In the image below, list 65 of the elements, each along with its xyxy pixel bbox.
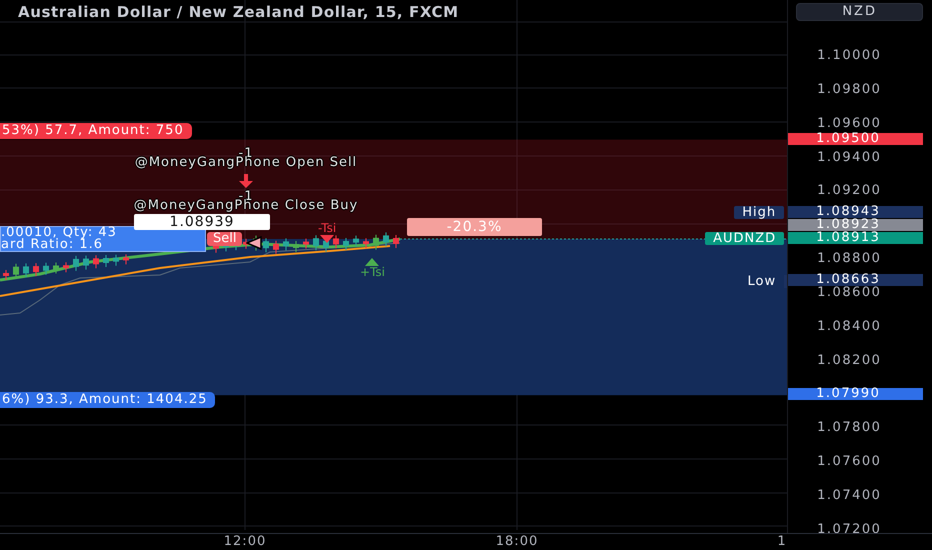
price-tag: 1.08943 xyxy=(788,206,924,218)
candlestick xyxy=(333,234,339,249)
candlestick xyxy=(353,235,359,248)
take-profit-label: 6%) 93.3, Amount: 1404.25 xyxy=(0,392,216,408)
candlestick xyxy=(33,262,39,277)
down-arrow-icon xyxy=(238,174,254,188)
price-tick: 1.08200 xyxy=(817,354,882,367)
candlestick xyxy=(293,240,299,252)
price-tick: 1.10000 xyxy=(817,50,882,62)
price-tag: 1.08663 xyxy=(788,274,924,286)
price-tag: 1.07990 xyxy=(788,388,924,400)
candlestick xyxy=(103,254,109,268)
candlestick xyxy=(273,240,279,254)
candlestick xyxy=(63,262,69,273)
candlestick xyxy=(313,234,319,251)
candlestick xyxy=(53,262,59,274)
price-tick: 1.07800 xyxy=(817,422,882,434)
candlestick xyxy=(393,234,399,248)
candlestick xyxy=(93,254,99,269)
down-triangle-icon xyxy=(320,235,334,243)
candlestick xyxy=(73,255,79,272)
candlestick xyxy=(303,238,309,250)
price-tick: 1.09800 xyxy=(817,84,882,96)
time-label: 18:00 xyxy=(496,534,538,549)
candlestick xyxy=(373,234,379,250)
candlestick xyxy=(383,232,389,247)
candlestick xyxy=(23,262,29,278)
price-tick: 1.08400 xyxy=(817,320,882,333)
position-text: ard Ratio: 1.6 xyxy=(1,239,104,251)
price-tag: 1.09500 xyxy=(788,132,924,145)
price-tick: 1.08800 xyxy=(817,253,882,266)
candlestick xyxy=(3,270,9,280)
price-label: 1.08939 xyxy=(134,214,270,230)
candlestick xyxy=(43,262,49,276)
sell-badge: Sell xyxy=(207,232,242,246)
candlestick xyxy=(363,238,369,249)
candlestick xyxy=(123,254,129,265)
up-triangle-icon xyxy=(365,258,380,266)
price-tick: 1.09400 xyxy=(817,152,882,164)
price-tick: 1.09200 xyxy=(817,185,882,198)
candlestick xyxy=(263,238,269,253)
price-tick: 1.07600 xyxy=(817,456,882,468)
stop-loss-label: 53%) 57.7, Amount: 750 xyxy=(0,123,192,139)
currency-button[interactable]: NZD xyxy=(796,3,924,21)
price-tag: 1.08923 xyxy=(788,218,924,231)
signal-label: -Tsi xyxy=(318,222,336,235)
line-label: High xyxy=(734,206,784,220)
price-tick: 1.07200 xyxy=(817,524,882,536)
line-label: AUDNZD xyxy=(705,232,784,246)
triangle-marker-icon xyxy=(246,236,262,250)
price-tag: 1.08913 xyxy=(788,232,924,244)
candlestick xyxy=(343,238,349,250)
candlestick xyxy=(13,263,19,280)
change-badge: -20.3% xyxy=(407,218,542,236)
signal-label: +Tsi xyxy=(360,266,385,279)
time-label: 1 xyxy=(777,534,787,549)
price-tick: 1.07400 xyxy=(817,490,882,502)
candlestick xyxy=(83,255,89,270)
position-text: .00010, Qty: 43 xyxy=(1,227,118,239)
time-label: 12:00 xyxy=(224,534,266,549)
price-tick: 1.08600 xyxy=(817,286,882,299)
price-tick: 1.09600 xyxy=(817,118,882,130)
chart-title: Australian Dollar / New Zealand Dollar, 15, FXCM xyxy=(18,3,459,21)
candlestick xyxy=(283,238,289,251)
candlestick xyxy=(113,254,119,266)
